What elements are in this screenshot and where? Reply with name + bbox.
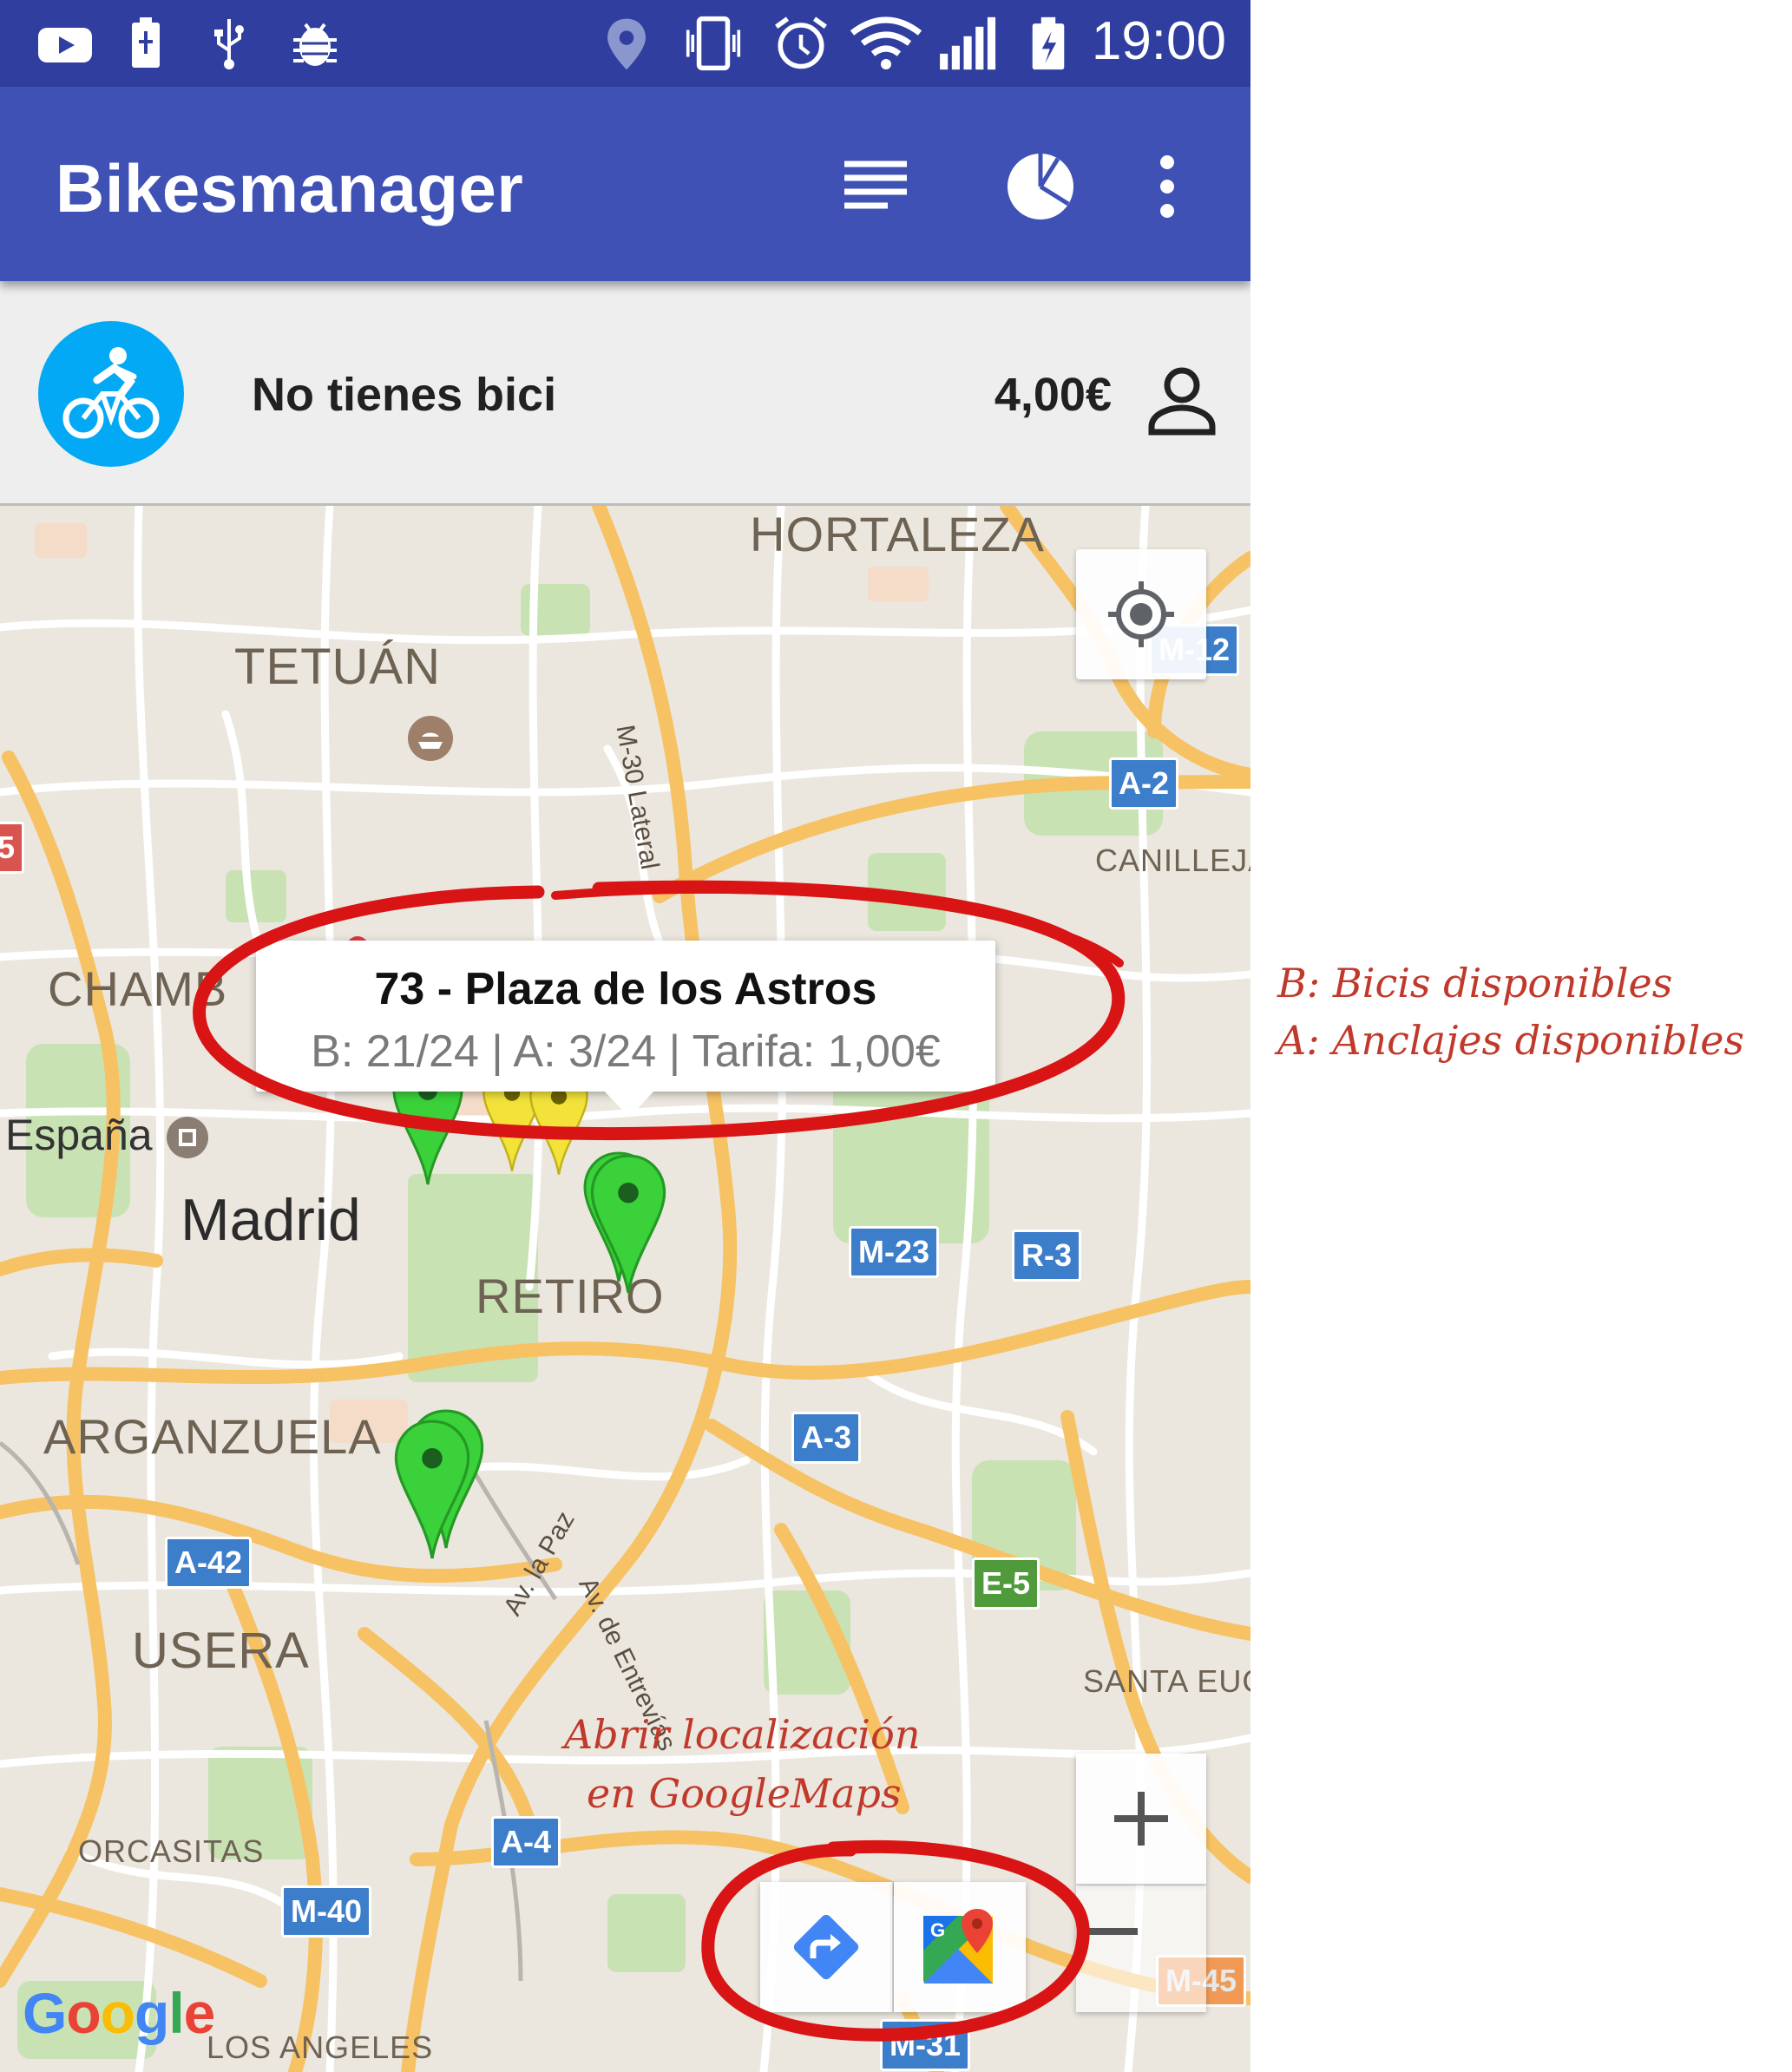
zoom-in-button[interactable] <box>1076 1754 1206 1885</box>
road-shield-e5: E-5 <box>972 1557 1040 1610</box>
map-label-usera: USERA <box>132 1623 310 1679</box>
road-shield-a3: A-3 <box>791 1412 862 1464</box>
map-label-tetuan: TETUÁN <box>234 639 441 695</box>
clock: 19:00 <box>1091 11 1226 71</box>
directions-button[interactable] <box>760 1882 893 2012</box>
open-google-maps-button[interactable]: G <box>894 1882 1026 2012</box>
map-label-arganzuela: ARGANZUELA <box>43 1409 382 1464</box>
vibrate-icon <box>686 16 741 71</box>
road-shield-edge: 5 <box>0 822 25 874</box>
station-title: 73 - Plaza de los Astros <box>374 964 877 1014</box>
app-bar: Bikesmanager <box>0 87 1250 281</box>
open-maps-note-line2: en GoogleMaps <box>587 1770 902 1817</box>
app-title: Bikesmanager <box>56 150 524 226</box>
map-label-santa-eugenia: SANTA EUGI <box>1083 1663 1250 1699</box>
map-label-los-angeles: LOS ANGELES <box>207 2029 434 2065</box>
google-maps-icon: G <box>923 1909 993 1983</box>
station-marker[interactable] <box>391 1417 474 1563</box>
status-bar: 19:00 <box>0 0 1250 87</box>
alarm-icon <box>775 16 827 69</box>
road-shield-a2: A-2 <box>1109 757 1179 810</box>
phone-screen: 19:00 Bikesmanager No tienes bici 4,00€ <box>0 0 1250 2072</box>
directions-icon <box>793 1914 859 1980</box>
map-label-espana: España <box>5 1111 153 1159</box>
location-icon <box>607 18 646 70</box>
station-detail: B: 21/24 | A: 3/24 | Tarifa: 1,00€ <box>311 1026 941 1077</box>
road-shield-m40: M-40 <box>281 1885 372 1938</box>
minus-icon <box>1084 1928 1138 1935</box>
google-logo: Google <box>23 1981 215 2045</box>
usb-icon <box>214 19 244 69</box>
map-label-orcasitas: ORCASITAS <box>78 1833 265 1869</box>
plus-icon <box>1114 1792 1168 1846</box>
user-status-bar: No tienes bici 4,00€ <box>0 281 1250 506</box>
legend-docks-note: A: Anclajes disponibles <box>1277 1017 1745 1064</box>
my-location-button[interactable] <box>1076 549 1206 679</box>
station-marker[interactable] <box>587 1151 670 1297</box>
android-debug-icon <box>293 23 337 66</box>
road-shield-m31: M-31 <box>880 2019 971 2071</box>
zoom-out-button[interactable] <box>1076 1885 1206 2012</box>
my-location-icon <box>1108 581 1174 647</box>
overflow-menu-icon <box>1160 155 1174 218</box>
bike-status-text: No tienes bici <box>252 369 557 421</box>
map-label-chamberi: CHAMB <box>48 961 228 1016</box>
map-label-canillejas: CANILLEJA <box>1095 843 1250 878</box>
youtube-icon <box>38 28 92 62</box>
road-shield-r3: R-3 <box>1012 1229 1082 1282</box>
road-shield-a4: A-4 <box>491 1816 561 1868</box>
cyclist-icon <box>62 347 160 439</box>
road-shield-m23: M-23 <box>849 1226 940 1278</box>
stats-button[interactable] <box>993 139 1088 234</box>
battery-charging-icon <box>1032 16 1065 70</box>
map-label-hortaleza: HORTALEZA <box>750 507 1045 561</box>
list-button[interactable] <box>828 139 923 234</box>
map-view[interactable]: HORTALEZA TETUÁN CHAMB España Madrid RET… <box>0 506 1250 2072</box>
wifi-icon <box>850 16 922 69</box>
svg-text:G: G <box>930 1919 945 1941</box>
open-maps-note-line1: Abrir localización <box>564 1711 921 1758</box>
battery-saver-icon <box>132 17 160 68</box>
metro-station-icon <box>167 1117 208 1158</box>
list-icon <box>844 161 907 209</box>
signal-icon <box>940 16 996 70</box>
overflow-menu-button[interactable] <box>1119 139 1215 234</box>
station-info-window[interactable]: 73 - Plaza de los Astros B: 21/24 | A: 3… <box>256 941 995 1118</box>
legend-bikes-note: B: Bicis disponibles <box>1277 960 1673 1006</box>
account-icon[interactable] <box>1143 361 1221 439</box>
road-shield-a42: A-42 <box>165 1537 253 1589</box>
balance-text: 4,00€ <box>994 369 1112 421</box>
poi-food-icon <box>408 716 453 761</box>
bike-status-avatar[interactable] <box>38 321 184 467</box>
pie-chart-icon <box>1008 154 1073 220</box>
map-label-madrid: Madrid <box>181 1187 361 1253</box>
